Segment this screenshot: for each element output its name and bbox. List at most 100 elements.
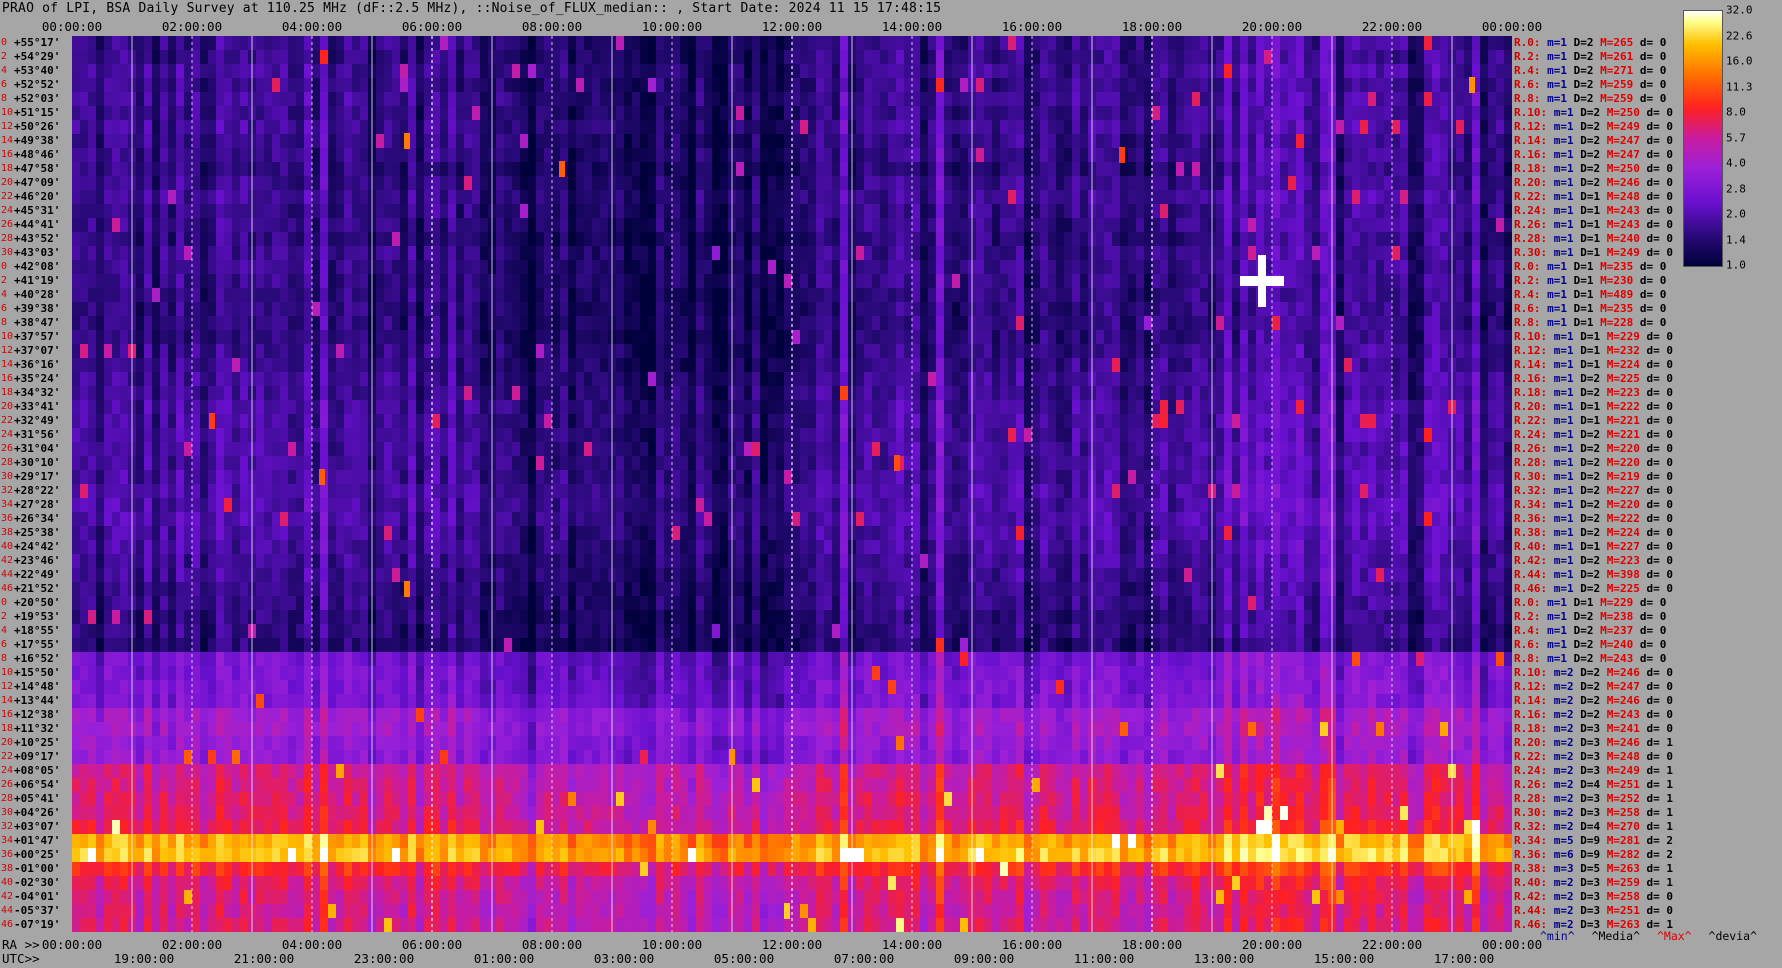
heatmap-cell [1304,344,1313,359]
heatmap-cell [232,106,241,121]
heatmap-cell [720,260,729,275]
heatmap-cell [896,400,905,415]
heatmap-cell [616,36,625,51]
heatmap-cell [888,50,897,65]
heatmap-cell [704,106,713,121]
heatmap-cell [504,204,513,219]
heatmap-cell [792,106,801,121]
heatmap-cell [760,344,769,359]
heatmap-cell [544,148,553,163]
heatmap-cell [904,246,913,261]
heatmap-cell [1424,190,1433,205]
heatmap-cell [1280,162,1289,177]
heatmap-cell [192,134,201,149]
heatmap-cell [1280,78,1289,93]
heatmap-cell [768,358,777,373]
heatmap-cell [1392,274,1401,289]
heatmap-cell [80,106,89,121]
heatmap-cell [512,148,521,163]
heatmap-cell [944,232,953,247]
heatmap-cell [432,274,441,289]
heatmap-cell [1264,218,1273,233]
heatmap-cell [480,260,489,275]
heatmap-cell [464,162,473,177]
heatmap-cell [344,260,353,275]
heatmap-cell [592,372,601,387]
heatmap-cell [288,78,297,93]
heatmap-cell [640,190,649,205]
heatmap-cell [824,246,833,261]
heatmap-cell [296,302,305,317]
heatmap-cell [216,92,225,107]
heatmap-cell [408,176,417,191]
heatmap-cell [1240,330,1249,345]
heatmap-cell [504,106,513,121]
heatmap-cell [1384,330,1393,345]
heatmap-cell [984,302,993,317]
heatmap-cell [240,134,249,149]
heatmap-cell [416,190,425,205]
heatmap-cell [888,162,897,177]
heatmap-cell [928,288,937,303]
heatmap-cell [1080,148,1089,163]
heatmap-cell [304,106,313,121]
heatmap-cell [832,232,841,247]
heatmap-cell [624,260,633,275]
heatmap-cell [1000,302,1009,317]
heatmap-cell [216,218,225,233]
heatmap-cell [448,64,457,79]
heatmap-cell [584,386,593,401]
heatmap-cell [1384,190,1393,205]
heatmap-cell [1080,344,1089,359]
heatmap-cell [776,190,785,205]
heatmap-cell [1144,162,1153,177]
heatmap-cell [1024,232,1033,247]
heatmap-cell [1144,218,1153,233]
heatmap-cell [152,344,161,359]
heatmap-cell [1320,36,1329,51]
heatmap-cell [896,344,905,359]
heatmap-cell [792,162,801,177]
heatmap-cell [288,260,297,275]
heatmap-cell [520,50,529,65]
heatmap-cell [464,330,473,345]
heatmap-cell [1488,344,1497,359]
heatmap-cell [328,148,337,163]
heatmap-cell [160,288,169,303]
heatmap-cell [992,330,1001,345]
row-index: 14 [1,359,14,370]
heatmap-cell [152,316,161,331]
row-index: 24 [1,765,14,776]
heatmap-cell [888,204,897,219]
heatmap-cell [824,134,833,149]
heatmap-cell [552,358,561,373]
heatmap-cell [800,316,809,331]
heatmap-cell [208,246,217,261]
declination-value: +47°09' [14,176,61,189]
heatmap-cell [888,190,897,205]
row-index: 2 [1,275,8,286]
heatmap-cell [840,204,849,219]
heatmap-cell [304,260,313,275]
heatmap-cell [1200,50,1209,65]
heatmap-cell [1408,64,1417,79]
heatmap-cell [880,36,889,51]
dec-row-label: 46 +21°52' [0,582,72,596]
heatmap-cell [872,148,881,163]
heatmap-cell [1232,64,1241,79]
heatmap-cell [1120,260,1129,275]
heatmap-cell [336,330,345,345]
heatmap-cell [1400,162,1409,177]
heatmap-cell [1440,50,1449,65]
heatmap-cell [648,190,657,205]
heatmap-cell [1104,92,1113,107]
heatmap-cell [1360,288,1369,303]
heatmap-cell [1024,288,1033,303]
heatmap-cell [1424,64,1433,79]
heatmap-cell [1008,190,1017,205]
heatmap-cell [944,92,953,107]
heatmap-cell [1456,246,1465,261]
heatmap-cell [592,78,601,93]
heatmap-cell [1288,330,1297,345]
heatmap-cell [1184,162,1193,177]
